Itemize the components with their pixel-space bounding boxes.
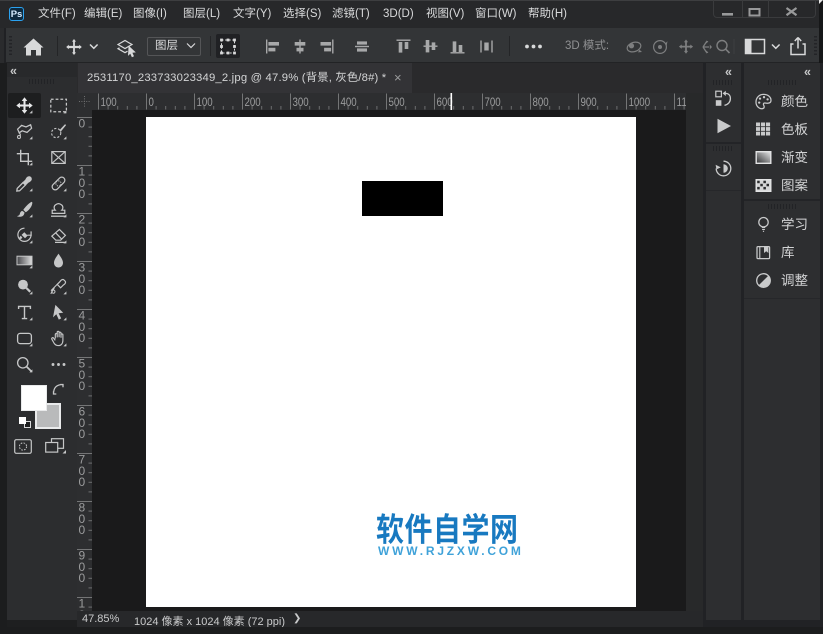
svg-text:0: 0	[79, 379, 86, 393]
svg-text:300: 300	[293, 95, 309, 109]
svg-text:100: 100	[197, 95, 213, 109]
svg-text:0: 0	[79, 571, 86, 585]
svg-text:500: 500	[389, 95, 405, 109]
svg-text:0: 0	[79, 187, 86, 201]
svg-text:600: 600	[437, 95, 453, 109]
svg-text:0: 0	[79, 427, 86, 441]
svg-text:1000: 1000	[629, 95, 651, 109]
svg-text:0: 0	[79, 523, 86, 537]
svg-text:0: 0	[79, 475, 86, 489]
svg-text:100: 100	[101, 95, 117, 109]
svg-text:400: 400	[341, 95, 357, 109]
svg-text:900: 900	[581, 95, 597, 109]
svg-text:0: 0	[149, 95, 155, 109]
svg-text:800: 800	[533, 95, 549, 109]
svg-text:0: 0	[79, 117, 86, 131]
svg-text:200: 200	[245, 95, 261, 109]
svg-text:0: 0	[79, 235, 86, 249]
svg-text:700: 700	[485, 95, 501, 109]
svg-text:0: 0	[79, 331, 86, 345]
svg-text:0: 0	[79, 283, 86, 297]
